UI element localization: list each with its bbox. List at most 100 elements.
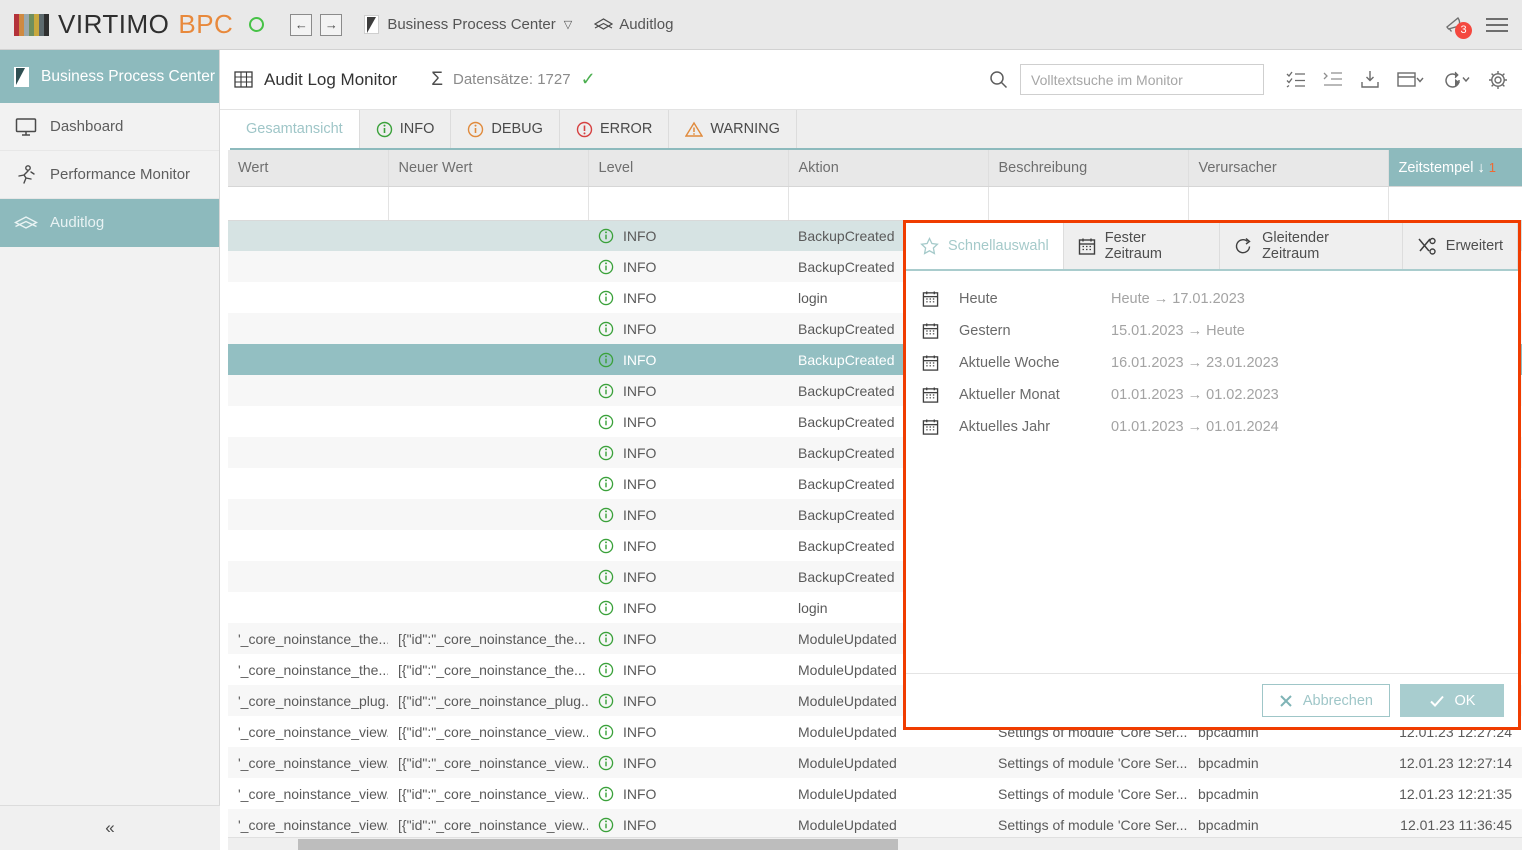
column-header-beschreibung[interactable]: Beschreibung bbox=[988, 150, 1188, 186]
cell-zeitstempel: 12.01.23 11:36:45 bbox=[1388, 809, 1522, 840]
filter-cell-neuer-wert[interactable] bbox=[388, 186, 588, 220]
tab-debug[interactable]: DEBUG bbox=[451, 110, 560, 148]
tab-label: INFO bbox=[400, 121, 435, 137]
table-header-row: Wert Neuer Wert Level Aktion Beschreibun… bbox=[228, 150, 1522, 186]
scrollbar-thumb[interactable] bbox=[298, 839, 898, 850]
cell-neuer-wert: [{"id":"_core_noinstance_view... bbox=[388, 809, 588, 840]
sidebar-item-performance-monitor[interactable]: Performance Monitor bbox=[0, 151, 219, 199]
level-label: INFO bbox=[623, 228, 656, 244]
breadcrumb-auditlog[interactable]: Auditlog bbox=[594, 16, 673, 33]
cell-wert bbox=[228, 251, 388, 282]
quick-select-label: Aktueller Monat bbox=[939, 387, 1111, 403]
table-row[interactable]: '_core_noinstance_view...[{"id":"_core_n… bbox=[228, 747, 1522, 778]
info-circle-icon bbox=[598, 352, 614, 368]
popup-footer: Abbrechen OK bbox=[906, 673, 1518, 727]
column-header-neuer-wert[interactable]: Neuer Wert bbox=[388, 150, 588, 186]
filter-cell-aktion[interactable] bbox=[788, 186, 988, 220]
column-header-aktion[interactable]: Aktion bbox=[788, 150, 988, 186]
column-header-wert[interactable]: Wert bbox=[228, 150, 388, 186]
tab-gesamtansicht[interactable]: Gesamtansicht bbox=[230, 110, 360, 148]
cell-level: INFO bbox=[588, 716, 788, 747]
chevron-down-icon[interactable]: ▽ bbox=[564, 18, 572, 31]
level-label: INFO bbox=[623, 538, 656, 554]
cell-wert bbox=[228, 468, 388, 499]
cell-wert bbox=[228, 592, 388, 623]
calendar-icon bbox=[922, 386, 939, 404]
filter-cell-verursacher[interactable] bbox=[1188, 186, 1388, 220]
download-icon[interactable] bbox=[1360, 70, 1380, 90]
column-header-level[interactable]: Level bbox=[588, 150, 788, 186]
popup-tab-erweitert[interactable]: Erweitert bbox=[1403, 223, 1518, 269]
cell-level: INFO bbox=[588, 406, 788, 437]
filter-cell-wert[interactable] bbox=[228, 186, 388, 220]
quick-select-item[interactable]: HeuteHeute → 17.01.2023 bbox=[906, 283, 1518, 315]
sigma-icon: Σ bbox=[431, 69, 443, 91]
tab-label: WARNING bbox=[710, 121, 780, 137]
filter-cell-level[interactable] bbox=[588, 186, 788, 220]
sidebar-collapse-button[interactable]: « bbox=[0, 805, 220, 850]
quick-select-label: Aktuelle Woche bbox=[939, 355, 1111, 371]
cell-wert bbox=[228, 437, 388, 468]
info-circle-icon bbox=[598, 600, 614, 616]
popup-tab-label: Gleitender Zeitraum bbox=[1262, 230, 1388, 262]
cell-wert bbox=[228, 530, 388, 561]
checklist-icon[interactable] bbox=[1286, 71, 1306, 88]
cell-neuer-wert: [{"id":"_core_noinstance_view... bbox=[388, 747, 588, 778]
cell-wert bbox=[228, 406, 388, 437]
cell-aktion: ModuleUpdated bbox=[788, 778, 988, 809]
arrow-right-icon[interactable]: → bbox=[320, 14, 342, 36]
sidebar-item-label: Auditlog bbox=[50, 214, 104, 231]
cell-neuer-wert bbox=[388, 437, 588, 468]
quick-select-item[interactable]: Aktueller Monat01.01.2023 → 01.02.2023 bbox=[906, 379, 1518, 411]
quick-select-range: Heute → 17.01.2023 bbox=[1111, 291, 1245, 307]
popup-tab-gleitender-zeitraum[interactable]: Gleitender Zeitraum bbox=[1220, 223, 1403, 269]
breadcrumb-app[interactable]: Business Process Center bbox=[387, 16, 555, 33]
close-icon bbox=[1279, 694, 1293, 708]
column-header-zeitstempel[interactable]: Zeitstempel ↓ 1 bbox=[1388, 150, 1522, 186]
horizontal-scrollbar[interactable] bbox=[228, 837, 1522, 850]
tab-error[interactable]: ERROR bbox=[560, 110, 669, 148]
table-row[interactable]: '_core_noinstance_view...[{"id":"_core_n… bbox=[228, 809, 1522, 840]
sidebar-item-auditlog[interactable]: Auditlog bbox=[0, 199, 219, 247]
table-row[interactable]: '_core_noinstance_view...[{"id":"_core_n… bbox=[228, 778, 1522, 809]
info-circle-icon bbox=[598, 538, 614, 554]
page-title-label: Audit Log Monitor bbox=[264, 70, 397, 90]
column-header-verursacher[interactable]: Verursacher bbox=[1188, 150, 1388, 186]
brand-logo[interactable]: VIRTIMO BPC bbox=[0, 9, 233, 40]
cell-neuer-wert: [{"id":"_core_noinstance_the... bbox=[388, 654, 588, 685]
tab-warning[interactable]: WARNING bbox=[669, 110, 797, 148]
bpc-flag-icon bbox=[14, 67, 29, 87]
search-input[interactable] bbox=[1020, 64, 1264, 95]
sidebar-item-dashboard[interactable]: Dashboard bbox=[0, 103, 219, 151]
popup-tab-schnellauswahl[interactable]: Schnellauswahl bbox=[906, 223, 1064, 269]
cell-level: INFO bbox=[588, 344, 788, 375]
ok-button[interactable]: OK bbox=[1400, 684, 1504, 717]
notifications-button[interactable]: 3 bbox=[1442, 13, 1468, 37]
product-name: BPC bbox=[178, 9, 233, 40]
indent-list-icon[interactable] bbox=[1323, 71, 1343, 88]
refresh-dropdown-icon[interactable] bbox=[1441, 70, 1471, 89]
runner-icon bbox=[14, 164, 38, 186]
cell-wert: '_core_noinstance_view... bbox=[228, 716, 388, 747]
quick-select-item[interactable]: Aktuelle Woche16.01.2023 → 23.01.2023 bbox=[906, 347, 1518, 379]
info-circle-icon bbox=[598, 662, 614, 678]
hamburger-menu-icon[interactable] bbox=[1486, 18, 1508, 32]
calendar-icon bbox=[922, 418, 939, 436]
calendar-icon bbox=[1078, 237, 1096, 256]
popup-tab-fester-zeitraum[interactable]: Fester Zeitraum bbox=[1064, 223, 1220, 269]
filter-cell-zeitstempel[interactable] bbox=[1388, 186, 1522, 220]
filter-cell-beschreibung[interactable] bbox=[988, 186, 1188, 220]
search-icon[interactable] bbox=[989, 70, 1008, 89]
sidebar-header[interactable]: Business Process Center bbox=[0, 50, 219, 103]
quick-select-label: Gestern bbox=[939, 323, 1111, 339]
cancel-button[interactable]: Abbrechen bbox=[1262, 684, 1390, 717]
cell-wert bbox=[228, 561, 388, 592]
window-dropdown-icon[interactable] bbox=[1397, 71, 1424, 89]
arrow-left-icon[interactable]: ← bbox=[290, 14, 312, 36]
quick-select-item[interactable]: Aktuelles Jahr01.01.2023 → 01.01.2024 bbox=[906, 411, 1518, 443]
cell-wert: '_core_noinstance_view... bbox=[228, 778, 388, 809]
quick-select-item[interactable]: Gestern15.01.2023 → Heute bbox=[906, 315, 1518, 347]
info-circle-icon bbox=[598, 476, 614, 492]
gear-icon[interactable] bbox=[1488, 70, 1508, 90]
tab-info[interactable]: INFO bbox=[360, 110, 452, 148]
